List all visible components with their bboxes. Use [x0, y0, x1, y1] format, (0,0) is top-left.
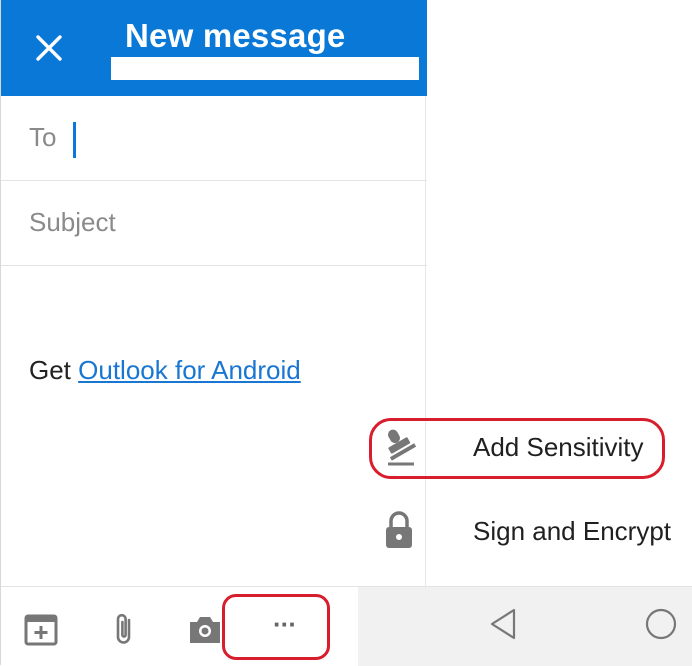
attachment-icon[interactable] [107, 611, 143, 647]
redaction-bar [111, 57, 419, 80]
menu-item-sign-and-encrypt[interactable]: Sign and Encrypt [358, 492, 692, 572]
page-title: New message [125, 17, 346, 54]
to-label: To [29, 122, 57, 152]
calendar-add-icon[interactable] [23, 611, 59, 647]
annotation-highlight-more [222, 594, 330, 660]
lock-icon [386, 511, 412, 548]
message-body[interactable]: Get Outlook for Android [29, 355, 301, 386]
body-prefix: Get [29, 355, 79, 385]
system-nav-bar [358, 586, 692, 666]
to-input[interactable] [73, 116, 417, 156]
camera-icon[interactable] [187, 611, 223, 647]
back-icon[interactable] [488, 607, 518, 641]
app-bar: New message [1, 0, 427, 96]
annotation-highlight-add-sensitivity [369, 418, 665, 479]
home-icon[interactable] [644, 607, 678, 641]
outlook-for-android-link[interactable]: Outlook for Android [78, 355, 301, 385]
menu-label-sign-and-encrypt: Sign and Encrypt [473, 516, 672, 546]
close-icon[interactable] [31, 30, 67, 66]
subject-field-row[interactable]: Subject [1, 181, 427, 266]
to-field-row[interactable]: To [1, 96, 427, 181]
text-caret [73, 122, 76, 158]
subject-placeholder: Subject [29, 207, 116, 237]
